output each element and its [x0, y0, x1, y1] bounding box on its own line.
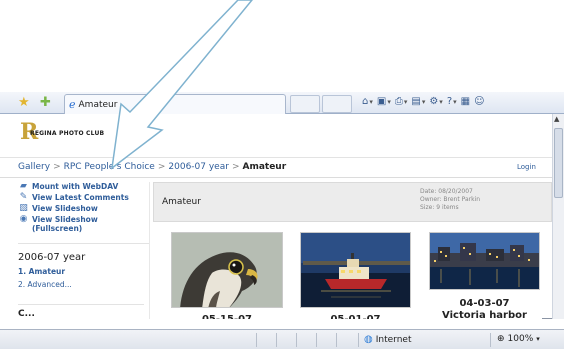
photo-title[interactable]: Victoria harbor [429, 310, 540, 319]
tugboat-image [301, 233, 410, 307]
sidebar-subitem-amateur[interactable]: 1. Amateur [18, 267, 149, 276]
feeds-icon[interactable]: ▣ ▾ [377, 96, 391, 108]
sidebar-mount-webdav[interactable]: ▰ Mount with WebDAV [18, 181, 149, 192]
photo-thumbnail-victoria-harbor[interactable] [429, 232, 540, 290]
breadcrumb-2006-07-year[interactable]: 2006-07 year [168, 162, 229, 172]
breadcrumb-separator: > [231, 162, 240, 172]
home-icon[interactable]: ⌂ ▾ [362, 96, 373, 108]
vertical-scrollbar[interactable]: ▲ [552, 114, 564, 319]
breadcrumb-current: Amateur [242, 162, 287, 172]
breadcrumb-separator: > [53, 162, 61, 172]
harbor-image [430, 233, 539, 289]
album-title: 2006-07 year [18, 243, 149, 263]
scroll-left-arrow-icon[interactable]: ◀ [16, 318, 21, 319]
sidebar-link-label: View Slideshow [32, 204, 98, 213]
breadcrumb-separator: > [157, 162, 166, 172]
breadcrumb-bar: Gallery > RPC People's Choice >2006-07 year… [0, 158, 552, 178]
sidebar-subitem-advanced[interactable]: 2. Advanced... [18, 280, 149, 289]
zoom-level-control[interactable]: ⊕ 100% ▾ [497, 334, 540, 344]
fullscreen-icon: ◉ [19, 214, 28, 224]
status-divider [336, 333, 337, 347]
album-date: Date: 08/20/2007 [420, 188, 473, 195]
command-bar: ⌂ ▾ ▣ ▾ ⎙ ▾ ▤ ▾ ⚙ ▾ ? ▾ ▦ ☺ [362, 96, 485, 108]
web-page: R REGINA PHOTO CLUB Gallery > RPC People's… [0, 114, 552, 319]
scroll-right-arrow-icon[interactable]: ▶ [542, 318, 552, 319]
sidebar-link-label: Mount with WebDAV [32, 182, 119, 191]
photo-thumbnail-tugboat[interactable] [300, 232, 411, 308]
security-zone[interactable]: ◍ Internet [364, 334, 411, 345]
add-favorites-icon[interactable]: ✚ [40, 96, 51, 109]
sidebar-slideshow[interactable]: ▧ View Slideshow [18, 203, 149, 214]
quick-tabs-button[interactable] [290, 95, 320, 113]
sidebar-section-title: C... [18, 304, 144, 319]
folder-icon: ▰ [20, 181, 27, 191]
favorites-star-icon[interactable]: ★ [18, 96, 30, 109]
album-owner: Owner: Brent Parkin [420, 196, 481, 203]
sidebar-link-label: View Latest Comments [32, 193, 129, 202]
tab-amateur[interactable]: ℯ Amateur [64, 94, 286, 114]
comment-icon: ✎ [19, 192, 28, 202]
print-icon[interactable]: ⎙ ▾ [395, 96, 408, 108]
status-divider [316, 333, 317, 347]
messenger-icon[interactable]: ☺ [474, 96, 484, 108]
status-divider [490, 333, 491, 347]
scroll-up-arrow-icon[interactable]: ▲ [554, 115, 559, 123]
album-size: Size: 9 items [420, 204, 459, 211]
status-divider [358, 333, 359, 347]
breadcrumb-gallery[interactable]: Gallery [18, 162, 50, 172]
tools-icon[interactable]: ⚙ ▾ [429, 96, 442, 108]
breadcrumb: Gallery > RPC People's Choice >2006-07 year… [18, 162, 286, 172]
photo-date[interactable]: 04-03-07 [429, 298, 540, 310]
sidebar-link-label: View Slideshow (Fullscreen) [32, 215, 98, 233]
tab-title: Amateur [78, 99, 118, 110]
breadcrumb-rpc-peoples-choice[interactable]: RPC People's Choice [64, 162, 155, 172]
status-divider [256, 333, 257, 347]
slideshow-icon: ▧ [19, 203, 28, 213]
sidebar-slideshow-fullscreen[interactable]: ◉ View Slideshow (Fullscreen) [18, 214, 149, 234]
album-header: Amateur Date: 08/20/2007 Owner: Brent Pa… [153, 182, 552, 222]
status-divider [276, 333, 277, 347]
ie-page-icon: ℯ [69, 98, 76, 111]
research-icon[interactable]: ▦ [461, 96, 470, 108]
help-icon[interactable]: ? ▾ [447, 96, 457, 108]
status-divider [296, 333, 297, 347]
photo-thumbnail-falcon[interactable] [171, 232, 283, 308]
login-link[interactable]: Login [517, 163, 536, 171]
chevron-down-icon: ▾ [536, 335, 540, 343]
falcon-image [172, 233, 282, 307]
scrollbar-thumb[interactable] [554, 128, 563, 198]
album-meta: Date: 08/20/2007 Owner: Brent Parkin Siz… [420, 188, 480, 212]
status-bar: ◍ Internet ⊕ 100% ▾ [0, 329, 564, 349]
zoom-level: 100% [507, 334, 534, 344]
page-icon[interactable]: ▤ ▾ [411, 96, 425, 108]
new-tab-button[interactable] [322, 95, 352, 113]
gallery-header: R REGINA PHOTO CLUB [0, 114, 552, 158]
album-header-title: Amateur [162, 197, 201, 207]
security-zone-label: Internet [375, 334, 412, 345]
sidebar: ▰ Mount with WebDAV ✎ View Latest Commen… [18, 182, 150, 319]
logo-club-name: REGINA PHOTO CLUB [30, 130, 105, 137]
browser-tab-bar: ★ ✚ ℯ Amateur ⌂ ▾ ▣ ▾ ⎙ ▾ ▤ ▾ ⚙ ▾ ? ▾ ▦ ☺ [0, 92, 564, 114]
zoom-icon: ⊕ [497, 334, 505, 344]
club-logo[interactable]: R REGINA PHOTO CLUB [20, 120, 110, 152]
sidebar-latest-comments[interactable]: ✎ View Latest Comments [18, 192, 149, 203]
globe-icon: ◍ [364, 334, 373, 345]
